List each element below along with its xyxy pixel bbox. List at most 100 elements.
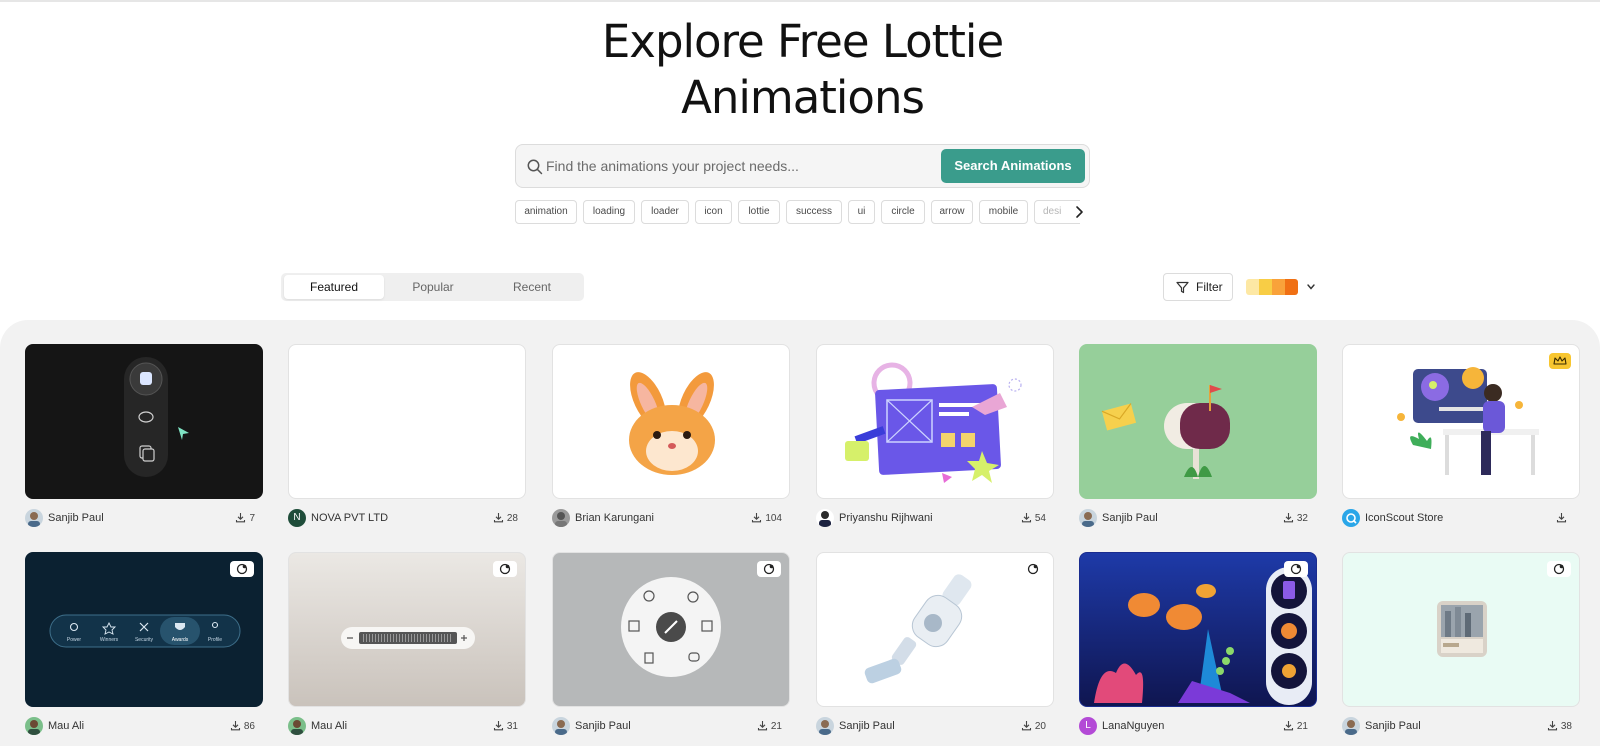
author-name[interactable]: LanaNguyen bbox=[1102, 720, 1164, 732]
tab-popular[interactable]: Popular bbox=[383, 275, 483, 299]
tag-icon[interactable]: icon bbox=[695, 200, 732, 224]
animation-card[interactable] bbox=[1079, 552, 1317, 707]
download-icon bbox=[1283, 513, 1293, 523]
tag-loader[interactable]: loader bbox=[641, 200, 689, 224]
avatar[interactable]: N bbox=[288, 509, 306, 527]
tag-animation[interactable]: animation bbox=[515, 200, 577, 224]
download-icon bbox=[1283, 721, 1293, 731]
animation-preview bbox=[289, 553, 525, 706]
search-animations-button[interactable]: Search Animations bbox=[941, 149, 1085, 183]
tag-list: animation loading loader icon lottie suc… bbox=[515, 200, 1080, 224]
animation-card[interactable] bbox=[1342, 552, 1580, 707]
animation-card[interactable] bbox=[1079, 344, 1317, 499]
download-count[interactable]: 32 bbox=[1256, 512, 1308, 524]
edit-badge[interactable] bbox=[230, 561, 254, 577]
edit-badge[interactable] bbox=[1284, 561, 1308, 577]
animation-card[interactable] bbox=[288, 552, 526, 707]
palette-swatch bbox=[1259, 279, 1272, 295]
tag-mobile[interactable]: mobile bbox=[979, 200, 1028, 224]
edit-badge[interactable] bbox=[757, 561, 781, 577]
author-name[interactable]: Mau Ali bbox=[311, 720, 347, 732]
download-count[interactable]: 31 bbox=[468, 720, 518, 732]
avatar[interactable] bbox=[816, 717, 834, 735]
download-icon bbox=[1021, 721, 1031, 731]
animation-preview bbox=[1397, 367, 1539, 475]
avatar[interactable] bbox=[25, 509, 43, 527]
download-count[interactable]: 21 bbox=[1256, 720, 1308, 732]
palette-swatch bbox=[1285, 279, 1298, 295]
animation-card[interactable] bbox=[552, 344, 790, 499]
avatar[interactable] bbox=[1342, 717, 1360, 735]
download-count[interactable]: 86 bbox=[200, 720, 255, 732]
animation-card[interactable] bbox=[288, 344, 526, 499]
animation-card[interactable]: Power Winners Security Awards Profile bbox=[25, 552, 263, 707]
edit-color-icon bbox=[1290, 563, 1302, 575]
animation-preview bbox=[289, 345, 526, 499]
tag-success[interactable]: success bbox=[786, 200, 842, 224]
animation-card[interactable] bbox=[1342, 344, 1580, 499]
avatar[interactable] bbox=[816, 509, 834, 527]
author-name[interactable]: NOVA PVT LTD bbox=[311, 512, 388, 524]
author-name[interactable]: Priyanshu Rijhwani bbox=[839, 512, 933, 524]
top-border bbox=[0, 0, 1600, 2]
avatar[interactable] bbox=[1342, 509, 1360, 527]
avatar[interactable] bbox=[552, 717, 570, 735]
author-name[interactable]: Sanjib Paul bbox=[1102, 512, 1158, 524]
download-count[interactable]: 38 bbox=[1520, 720, 1572, 732]
author-name[interactable]: Sanjib Paul bbox=[1365, 720, 1421, 732]
chevron-down-icon[interactable] bbox=[1306, 282, 1316, 292]
avatar[interactable] bbox=[288, 717, 306, 735]
download-count-value: 86 bbox=[243, 721, 255, 732]
animation-preview: Power Winners Security Awards Profile bbox=[49, 614, 241, 648]
animation-preview bbox=[124, 357, 189, 477]
search-input[interactable]: Find the animations your project needs..… bbox=[546, 158, 799, 174]
author-name[interactable]: Sanjib Paul bbox=[839, 720, 895, 732]
edit-badge[interactable] bbox=[493, 561, 517, 577]
download-icon bbox=[1556, 513, 1567, 523]
animation-preview bbox=[1101, 385, 1230, 479]
download-count[interactable]: 20 bbox=[994, 720, 1046, 732]
animation-card[interactable] bbox=[816, 344, 1054, 499]
tag-loading[interactable]: loading bbox=[583, 200, 635, 224]
tag-arrow[interactable]: arrow bbox=[931, 200, 973, 224]
download-count[interactable]: 28 bbox=[468, 512, 518, 524]
author-name[interactable]: Sanjib Paul bbox=[48, 512, 104, 524]
color-palette-picker[interactable] bbox=[1246, 279, 1298, 295]
download-button[interactable] bbox=[1540, 512, 1570, 524]
avatar[interactable]: L bbox=[1079, 717, 1097, 735]
tab-recent[interactable]: Recent bbox=[482, 275, 582, 299]
tab-featured[interactable]: Featured bbox=[284, 275, 384, 299]
page-title-line-2: Animations bbox=[681, 71, 925, 124]
avatar[interactable] bbox=[552, 509, 570, 527]
tag-circle[interactable]: circle bbox=[881, 200, 925, 224]
edit-color-icon bbox=[236, 563, 248, 575]
download-count-value: 7 bbox=[249, 513, 255, 524]
download-count-value: 21 bbox=[770, 721, 782, 732]
download-count[interactable]: 7 bbox=[205, 512, 255, 524]
animation-card[interactable] bbox=[816, 552, 1054, 707]
avatar[interactable] bbox=[1079, 509, 1097, 527]
download-count[interactable]: 21 bbox=[730, 720, 782, 732]
tag-lottie[interactable]: lottie bbox=[738, 200, 780, 224]
author-name[interactable]: Sanjib Paul bbox=[575, 720, 631, 732]
animation-card[interactable] bbox=[25, 344, 263, 499]
edit-badge[interactable] bbox=[1547, 561, 1571, 577]
animation-card[interactable] bbox=[552, 552, 790, 707]
author-name[interactable]: Mau Ali bbox=[48, 720, 84, 732]
filter-button[interactable]: Filter bbox=[1163, 273, 1233, 301]
author-name[interactable]: Brian Karungani bbox=[575, 512, 654, 524]
avatar[interactable] bbox=[25, 717, 43, 735]
nav-item-label: Winners bbox=[100, 637, 119, 643]
edit-badge[interactable] bbox=[1021, 561, 1045, 577]
download-count-value: 20 bbox=[1034, 721, 1046, 732]
download-count[interactable]: 54 bbox=[992, 512, 1046, 524]
search-bar: Find the animations your project needs..… bbox=[515, 144, 1090, 188]
tag-ui[interactable]: ui bbox=[848, 200, 875, 224]
author-name[interactable]: IconScout Store bbox=[1365, 512, 1443, 524]
animation-preview bbox=[864, 574, 972, 684]
avatar-letter: L bbox=[1085, 720, 1091, 731]
download-count[interactable]: 104 bbox=[726, 512, 782, 524]
search-icon bbox=[527, 159, 543, 175]
palette-swatch bbox=[1272, 279, 1285, 295]
tags-next-button[interactable] bbox=[1070, 202, 1088, 222]
